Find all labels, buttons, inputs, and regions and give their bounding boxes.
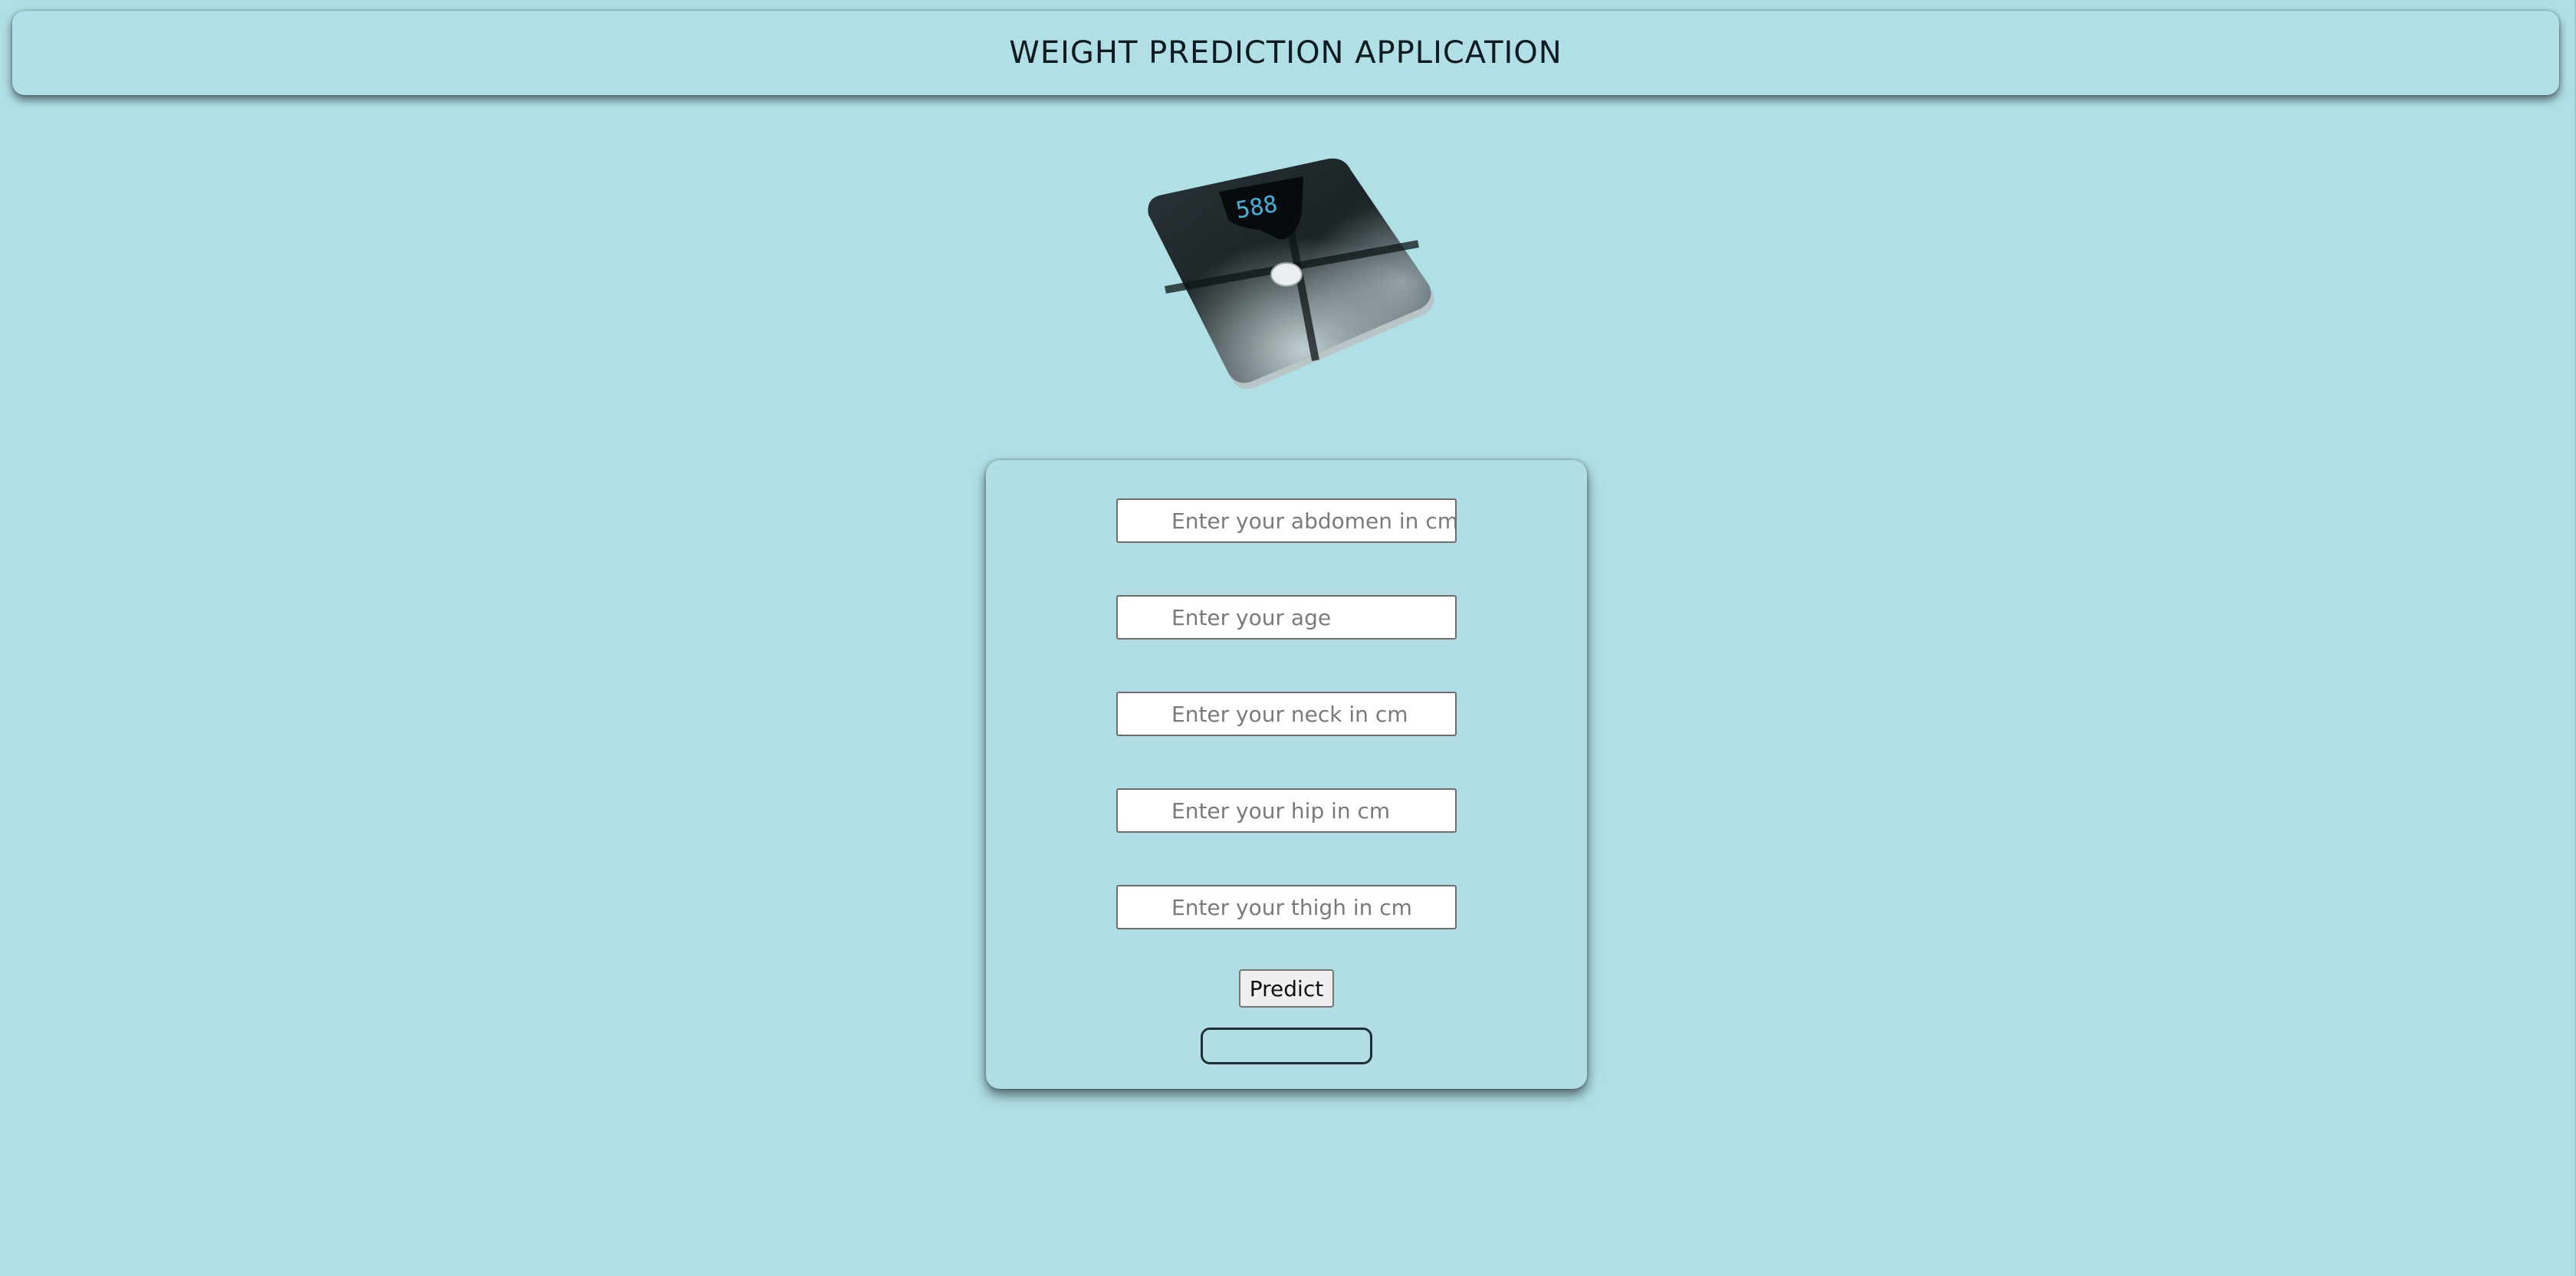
bathroom-scale-image: 588 (1135, 153, 1441, 391)
neck-input[interactable] (1116, 692, 1457, 736)
bathroom-scale-icon: 588 (1148, 158, 1434, 390)
thigh-input[interactable] (1116, 885, 1457, 929)
age-input[interactable] (1116, 595, 1457, 640)
prediction-form: Predict (986, 460, 1587, 1089)
header-bar: WEIGHT PREDICTION APPLICATION (12, 11, 2559, 95)
abdomen-input[interactable] (1116, 498, 1457, 543)
page: WEIGHT PREDICTION APPLICATION 588 Enter … (0, 0, 2576, 1276)
page-title: WEIGHT PREDICTION APPLICATION (1009, 35, 1562, 71)
prediction-result (1201, 1028, 1372, 1064)
predict-button[interactable]: Predict (1239, 969, 1334, 1008)
hip-input[interactable] (1116, 788, 1457, 833)
